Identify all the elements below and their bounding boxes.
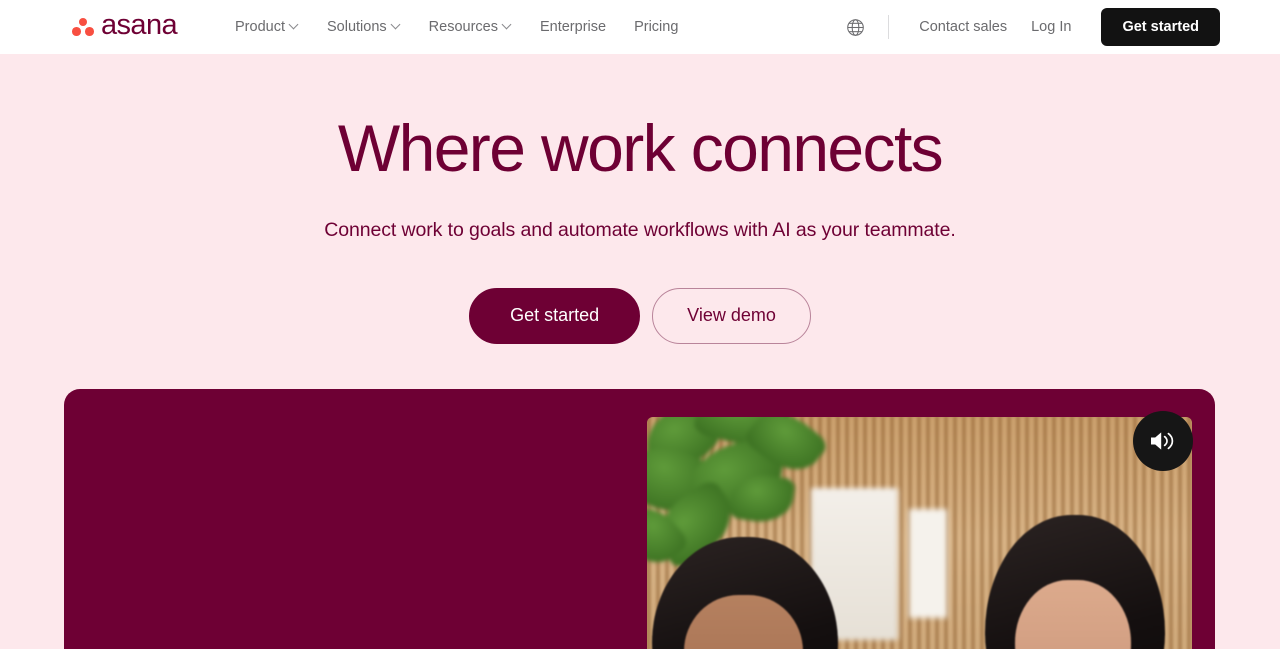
nav-item-label: Resources <box>428 19 498 35</box>
language-selector-button[interactable] <box>838 10 872 44</box>
hero-view-demo-button[interactable]: View demo <box>652 288 811 344</box>
hero-subtitle: Connect work to goals and automate workf… <box>324 219 956 241</box>
nav-item-resources[interactable]: Resources <box>415 11 526 43</box>
header-get-started-button[interactable]: Get started <box>1101 8 1220 46</box>
globe-icon <box>846 18 864 36</box>
chevron-down-icon <box>290 21 299 30</box>
chevron-down-icon <box>392 21 401 30</box>
nav-item-solutions[interactable]: Solutions <box>313 11 415 43</box>
header-divider <box>888 15 890 39</box>
nav-item-label: Solutions <box>327 19 387 35</box>
log-in-link[interactable]: Log In <box>1019 11 1083 43</box>
site-header: asana Product Solutions Resources Enterp… <box>0 0 1280 54</box>
speaker-unmute-icon <box>1151 432 1174 450</box>
header-actions: Contact sales Log In Get started <box>838 8 1220 46</box>
page-title: Where work connects <box>337 111 944 185</box>
nav-item-label: Pricing <box>634 19 679 35</box>
video-background-shelf-secondary <box>908 509 947 619</box>
hero-video-panel[interactable] <box>64 389 1215 649</box>
nav-item-product[interactable]: Product <box>221 11 313 43</box>
asana-logo[interactable]: asana <box>72 9 178 43</box>
nav-item-label: Enterprise <box>539 19 607 35</box>
chevron-down-icon <box>503 21 512 30</box>
primary-navigation: Product Solutions Resources Enterprise P… <box>221 11 692 43</box>
nav-item-label: Product <box>235 19 285 35</box>
hero-get-started-button[interactable]: Get started <box>469 288 641 344</box>
hero-video-media[interactable] <box>647 417 1192 649</box>
hero-cta-group: Get started View demo <box>0 288 1280 344</box>
contact-sales-link[interactable]: Contact sales <box>907 11 1019 43</box>
nav-item-pricing[interactable]: Pricing <box>620 11 692 43</box>
hero-content: Where work connects Connect work to goal… <box>0 54 1280 344</box>
nav-item-enterprise[interactable]: Enterprise <box>526 11 620 43</box>
video-sound-toggle-button[interactable] <box>1133 411 1193 471</box>
asana-logo-wordmark: asana <box>101 9 178 41</box>
hero-section: Where work connects Connect work to goal… <box>0 54 1280 649</box>
asana-logo-dots-icon <box>72 17 94 37</box>
